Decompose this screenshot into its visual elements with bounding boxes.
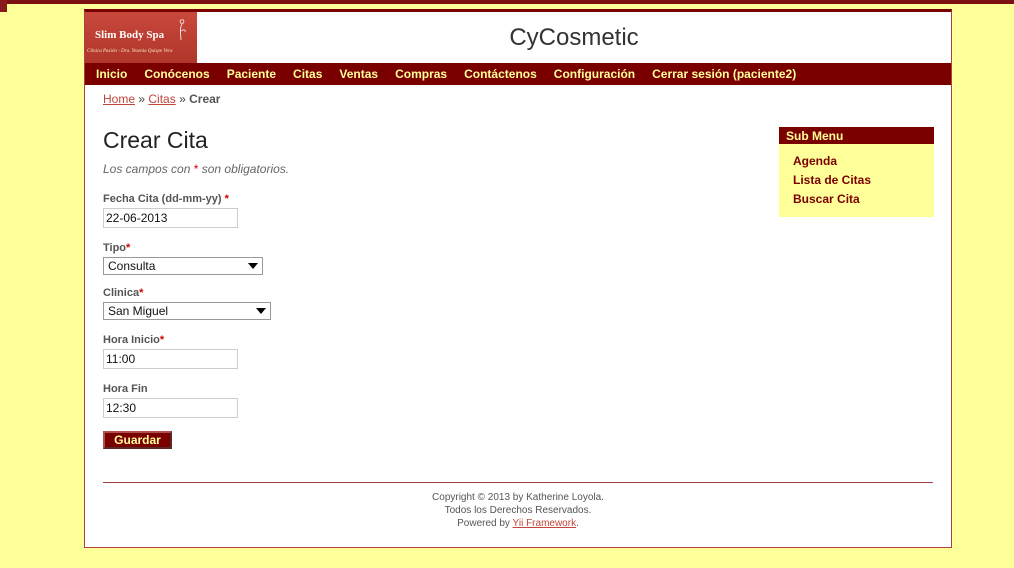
breadcrumb-citas[interactable]: Citas xyxy=(148,92,175,106)
nav-ventas[interactable]: Ventas xyxy=(339,67,378,81)
tipo-label: Tipo* xyxy=(103,242,131,254)
sidebar-title: Sub Menu xyxy=(779,127,934,144)
breadcrumb-separator: » xyxy=(138,92,146,106)
dropdown-arrow-icon xyxy=(248,263,258,269)
nav-inicio[interactable]: Inicio xyxy=(96,67,127,81)
sidebar-list: Agenda Lista de Citas Buscar Cita xyxy=(779,144,934,217)
nav-compras[interactable]: Compras xyxy=(395,67,447,81)
header: Slim Body Spa Clínica Pasión - Dra. Yese… xyxy=(85,12,951,63)
breadcrumb-separator: » xyxy=(179,92,186,106)
top-border-strip xyxy=(0,0,1014,4)
dropdown-arrow-icon xyxy=(256,308,266,314)
nav-logout[interactable]: Cerrar sesión (paciente2) xyxy=(652,67,796,81)
powered-by: Powered by Yii Framework. xyxy=(457,518,579,529)
corner-accent xyxy=(0,0,7,12)
breadcrumb-current: Crear xyxy=(189,92,221,106)
hora-fin-row: Hora Fin 12:30 xyxy=(103,383,503,418)
logo-subtitle: Clínica Pasión - Dra. Yesenia Quispe Ver… xyxy=(87,49,173,54)
footer-divider xyxy=(103,482,933,483)
sidebar-item-lista-citas[interactable]: Lista de Citas xyxy=(793,173,934,187)
breadcrumb: Home » Citas » Crear xyxy=(103,92,220,106)
nav-contactenos[interactable]: Contáctenos xyxy=(464,67,537,81)
fecha-input[interactable]: 22-06-2013 xyxy=(103,208,238,228)
hora-inicio-input[interactable]: 11:00 xyxy=(103,349,238,369)
page-title: Crear Cita xyxy=(103,127,208,153)
nav-configuracion[interactable]: Configuración xyxy=(554,67,635,81)
note-prefix: Los campos con xyxy=(103,162,191,176)
hora-inicio-label: Hora Inicio* xyxy=(103,334,165,346)
note-suffix: son obligatorios. xyxy=(201,162,290,176)
logo[interactable]: Slim Body Spa Clínica Pasión - Dra. Yese… xyxy=(85,12,197,63)
flower-icon xyxy=(179,19,186,40)
save-button[interactable]: Guardar xyxy=(103,431,172,449)
clinica-selected: San Miguel xyxy=(108,304,169,318)
clinica-label: Clinica* xyxy=(103,287,144,299)
sidebar-item-agenda[interactable]: Agenda xyxy=(793,154,934,168)
required-note: Los campos con * son obligatorios. xyxy=(103,162,503,176)
nav-conocenos[interactable]: Conócenos xyxy=(144,67,209,81)
hora-fin-input[interactable]: 12:30 xyxy=(103,398,238,418)
required-asterisk: * xyxy=(193,162,199,176)
hora-inicio-row: Hora Inicio* 11:00 xyxy=(103,334,503,369)
tipo-select[interactable]: Consulta xyxy=(103,257,263,275)
logo-name: Slim Body Spa xyxy=(95,29,165,41)
form-content: Crear Cita Los campos con * son obligato… xyxy=(103,127,503,449)
yii-framework-link[interactable]: Yii Framework xyxy=(513,518,577,529)
page-container: Slim Body Spa Clínica Pasión - Dra. Yese… xyxy=(84,9,952,548)
sidebar: Sub Menu Agenda Lista de Citas Buscar Ci… xyxy=(779,127,934,217)
breadcrumb-home[interactable]: Home xyxy=(103,92,135,106)
site-title: CyCosmetic xyxy=(509,24,639,51)
main-menu: Inicio Conócenos Paciente Citas Ventas C… xyxy=(85,63,951,85)
clinica-row: Clinica* San Miguel xyxy=(103,287,503,320)
fecha-label: Fecha Cita (dd-mm-yy) * xyxy=(103,193,229,205)
nav-paciente[interactable]: Paciente xyxy=(227,67,276,81)
tipo-selected: Consulta xyxy=(108,259,156,273)
footer: Copyright © 2013 by Katherine Loyola. To… xyxy=(85,491,951,530)
clinica-select[interactable]: San Miguel xyxy=(103,302,271,320)
rights-text: Todos los Derechos Reservados. xyxy=(444,505,592,516)
tipo-row: Tipo* Consulta xyxy=(103,242,503,275)
sidebar-item-buscar-cita[interactable]: Buscar Cita xyxy=(793,192,934,206)
copyright-text: Copyright © 2013 by Katherine Loyola. xyxy=(432,492,604,503)
fecha-row: Fecha Cita (dd-mm-yy) * 22-06-2013 xyxy=(103,193,503,228)
nav-citas[interactable]: Citas xyxy=(293,67,322,81)
hora-fin-label: Hora Fin xyxy=(103,383,148,395)
